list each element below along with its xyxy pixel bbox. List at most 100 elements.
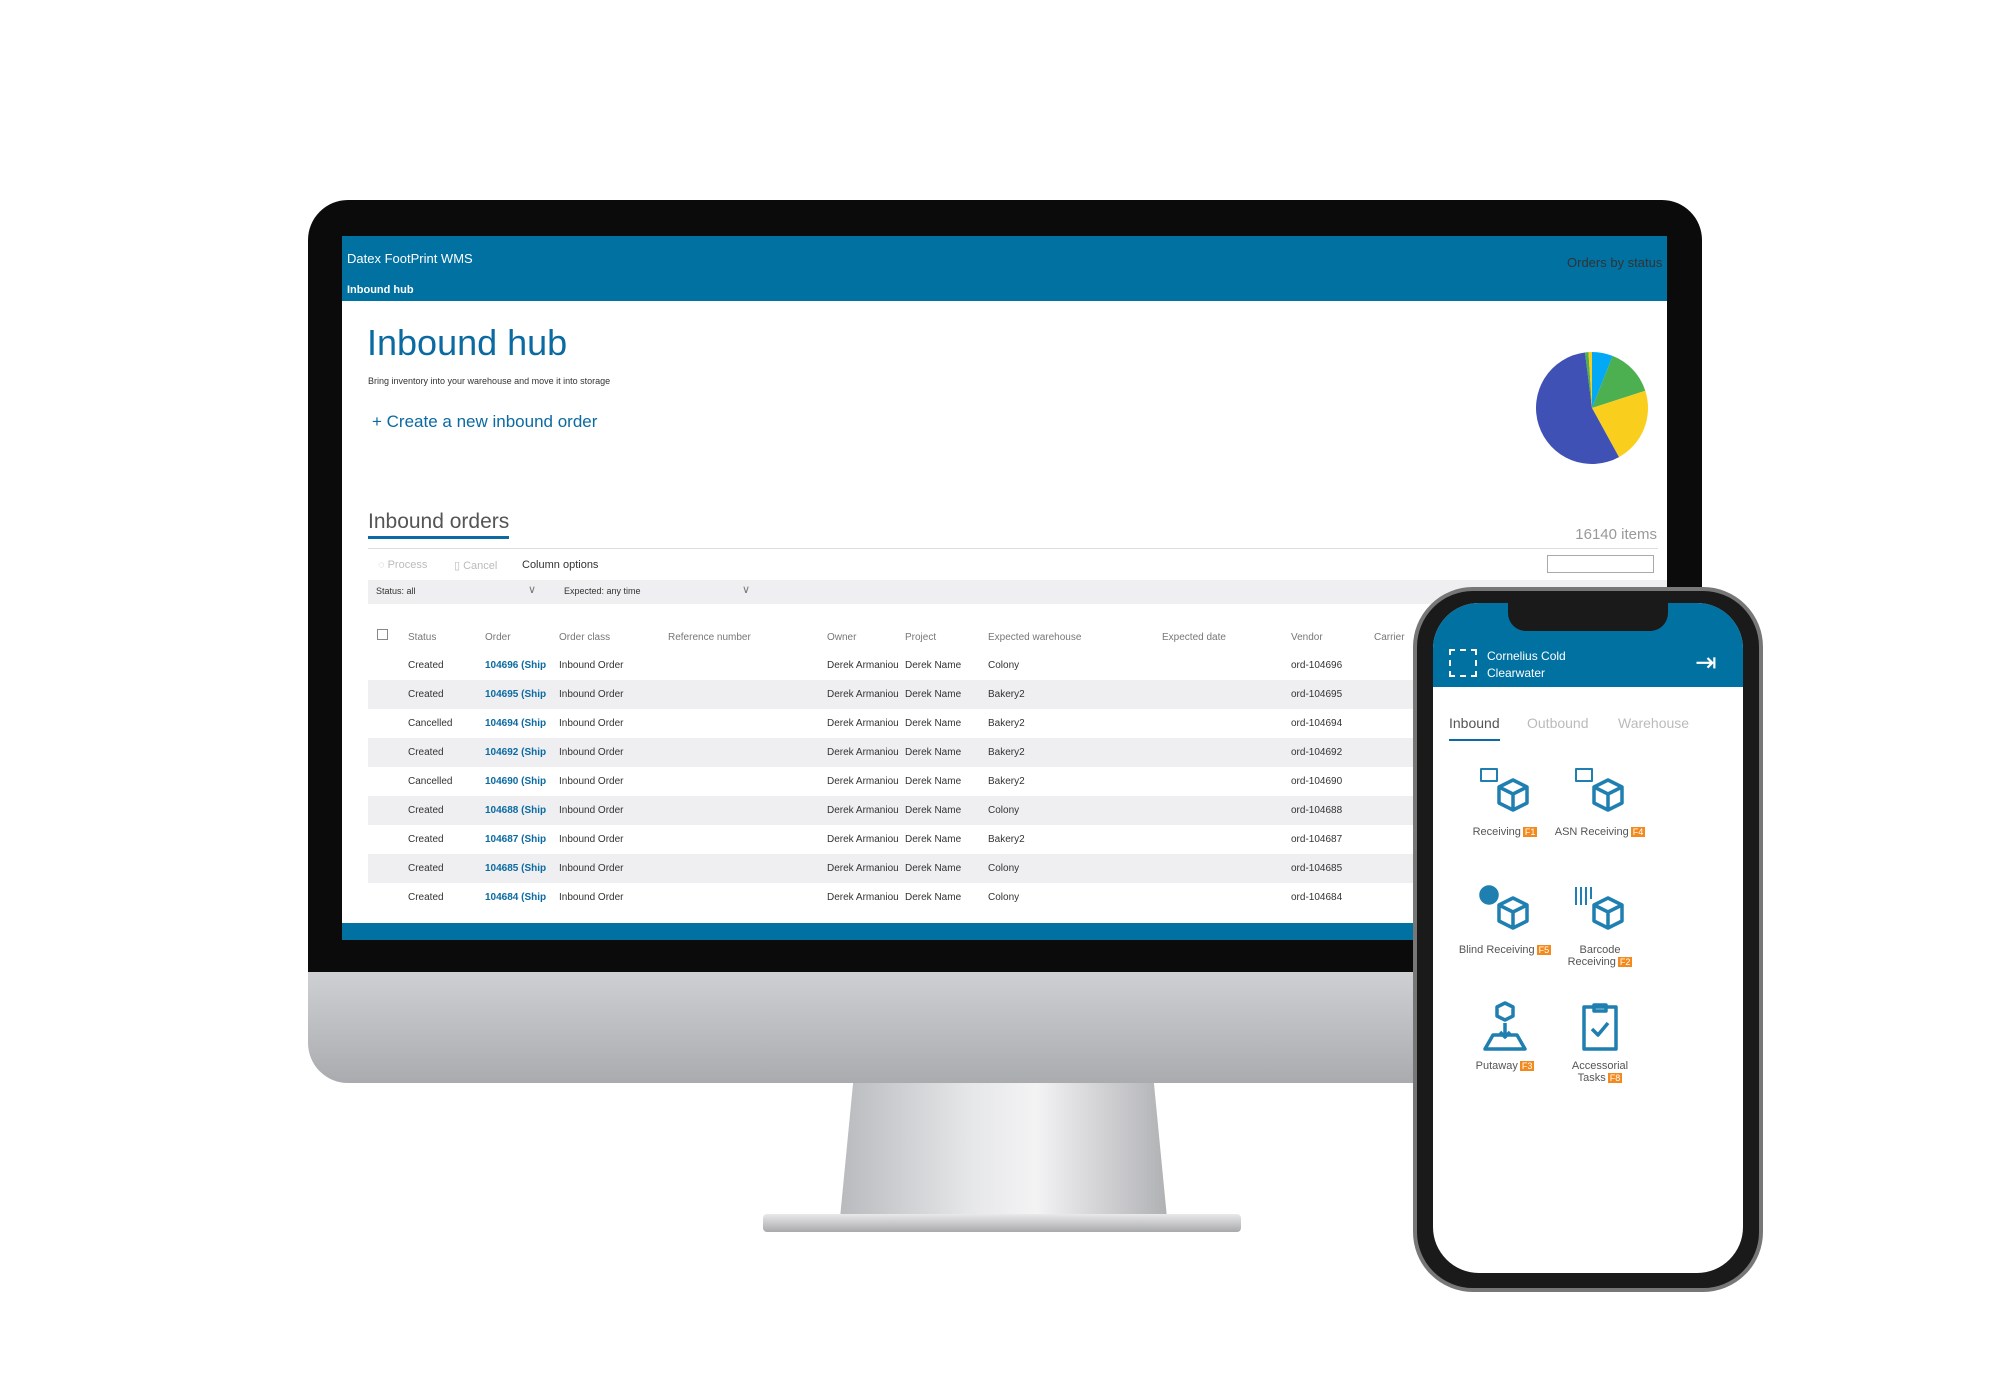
column-header[interactable]: Owner <box>827 632 856 643</box>
cancel-button[interactable]: ▯ Cancel <box>454 559 497 572</box>
table-cell: ord-104694 <box>1291 718 1343 729</box>
create-inbound-order-link[interactable]: + Create a new inbound order <box>372 412 597 432</box>
table-cell: ord-104696 <box>1291 660 1343 671</box>
tile-putaway[interactable]: Putaway F3 <box>1455 997 1555 1072</box>
table-cell: Bakery2 <box>988 718 1025 729</box>
order-link[interactable]: 104688 (Ship <box>485 805 551 816</box>
app-header: Datex FootPrint WMS Inbound hub <box>342 236 1667 301</box>
page-title: Inbound hub <box>367 322 568 363</box>
order-link[interactable]: 104696 (Ship <box>485 660 551 671</box>
tile-label: Barcode Receiving <box>1567 944 1621 968</box>
tile-label: ASN Receiving <box>1554 826 1629 838</box>
table-cell: Derek Name <box>905 689 962 700</box>
tile-label: Putaway <box>1475 1060 1518 1072</box>
table-cell: ord-104692 <box>1291 747 1343 758</box>
site-location: Clearwater <box>1487 666 1546 680</box>
monitor-base <box>763 1214 1241 1232</box>
scan-location-icon <box>1449 649 1477 677</box>
column-header[interactable]: Expected date <box>1162 632 1226 643</box>
receiving-icon <box>1480 768 1529 812</box>
tile-receiving[interactable]: Receiving F1 <box>1455 763 1555 838</box>
tile-accessorial-tasks[interactable]: Accessorial Tasks F8 <box>1550 997 1650 1084</box>
table-cell: Derek Name <box>905 834 962 845</box>
table-cell: Created <box>408 834 444 845</box>
column-header[interactable]: Project <box>905 632 936 643</box>
table-cell: Colony <box>988 863 1020 874</box>
status-filter[interactable]: Status: all <box>376 586 416 596</box>
expected-filter[interactable]: Expected: any time <box>564 586 641 596</box>
table-cell: Bakery2 <box>988 689 1025 700</box>
mobile-screen: Cornelius Cold Clearwater ⇥ Inbound Outb… <box>1433 603 1743 1273</box>
column-options-button[interactable]: Column options <box>522 559 598 571</box>
order-link[interactable]: 104690 (Ship <box>485 776 551 787</box>
table-cell: Inbound Order <box>559 892 624 903</box>
shortcut-key-badge: F4 <box>1630 827 1646 837</box>
item-count: 16140 items <box>1575 526 1657 543</box>
shortcut-key-badge: F3 <box>1519 1061 1535 1071</box>
table-cell: Created <box>408 805 444 816</box>
monitor-stand <box>840 1083 1167 1218</box>
tab-warehouse[interactable]: Warehouse <box>1618 715 1689 731</box>
tab-inbound[interactable]: Inbound <box>1449 715 1500 741</box>
select-all-checkbox[interactable] <box>377 629 388 640</box>
table-cell: ord-104684 <box>1291 892 1343 903</box>
table-cell: Derek Name <box>905 747 962 758</box>
order-link[interactable]: 104687 (Ship <box>485 834 551 845</box>
refresh-icon: ◌ <box>378 559 388 571</box>
table-cell: Bakery2 <box>988 747 1025 758</box>
table-cell: Derek Name <box>905 892 962 903</box>
app-title: Datex FootPrint WMS <box>347 251 473 266</box>
tile-asn-receiving[interactable]: ASN Receiving F4 <box>1550 763 1650 838</box>
table-cell: Inbound Order <box>559 689 624 700</box>
table-cell: ord-104688 <box>1291 805 1343 816</box>
table-cell: Derek Armaniou <box>827 805 899 816</box>
table-cell: Derek Armaniou <box>827 892 899 903</box>
column-header[interactable]: Order <box>485 632 511 643</box>
tile-blind-receiving[interactable]: Blind Receiving F5 <box>1455 881 1555 956</box>
tile-barcode-receiving[interactable]: Barcode Receiving F2 <box>1550 881 1650 968</box>
table-cell: Derek Name <box>905 718 962 729</box>
table-cell: Inbound Order <box>559 718 624 729</box>
table-cell: Created <box>408 863 444 874</box>
column-header[interactable]: Order class <box>559 632 610 643</box>
table-cell: Created <box>408 689 444 700</box>
chevron-down-icon[interactable]: ∨ <box>528 583 536 596</box>
table-cell: ord-104695 <box>1291 689 1343 700</box>
asn-receiving-icon <box>1575 768 1624 812</box>
table-cell: Bakery2 <box>988 834 1025 845</box>
column-header[interactable]: Status <box>408 632 436 643</box>
shortcut-key-badge: F1 <box>1522 827 1538 837</box>
table-cell: ord-104690 <box>1291 776 1343 787</box>
order-link[interactable]: 104685 (Ship <box>485 863 551 874</box>
table-cell: Inbound Order <box>559 834 624 845</box>
order-link[interactable]: 104694 (Ship <box>485 718 551 729</box>
table-cell: Inbound Order <box>559 805 624 816</box>
column-header[interactable]: Carrier <box>1374 632 1405 643</box>
tab-outbound[interactable]: Outbound <box>1527 715 1589 731</box>
phone-notch <box>1508 603 1668 631</box>
table-cell: Derek Armaniou <box>827 689 899 700</box>
table-cell: Derek Armaniou <box>827 863 899 874</box>
chevron-down-icon[interactable]: ∨ <box>742 583 750 596</box>
table-cell: ord-104685 <box>1291 863 1343 874</box>
table-cell: Colony <box>988 805 1020 816</box>
putaway-icon <box>1483 1001 1527 1051</box>
order-link[interactable]: 104692 (Ship <box>485 747 551 758</box>
column-header[interactable]: Reference number <box>668 632 751 643</box>
table-cell: Derek Name <box>905 776 962 787</box>
table-cell: Colony <box>988 892 1020 903</box>
table-cell: Created <box>408 747 444 758</box>
table-cell: Inbound Order <box>559 747 624 758</box>
process-button[interactable]: ◌ Process <box>378 559 427 571</box>
search-input[interactable] <box>1547 555 1654 573</box>
logout-icon[interactable]: ⇥ <box>1695 647 1717 678</box>
table-cell: ord-104687 <box>1291 834 1343 845</box>
chart-title: Orders by status <box>1567 255 1663 270</box>
order-link[interactable]: 104684 (Ship <box>485 892 551 903</box>
column-header[interactable]: Expected warehouse <box>988 632 1081 643</box>
table-cell: Derek Armaniou <box>827 747 899 758</box>
order-link[interactable]: 104695 (Ship <box>485 689 551 700</box>
nav-inbound-hub[interactable]: Inbound hub <box>347 284 414 296</box>
column-header[interactable]: Vendor <box>1291 632 1323 643</box>
phone-frame: Cornelius Cold Clearwater ⇥ Inbound Outb… <box>1413 587 1763 1292</box>
